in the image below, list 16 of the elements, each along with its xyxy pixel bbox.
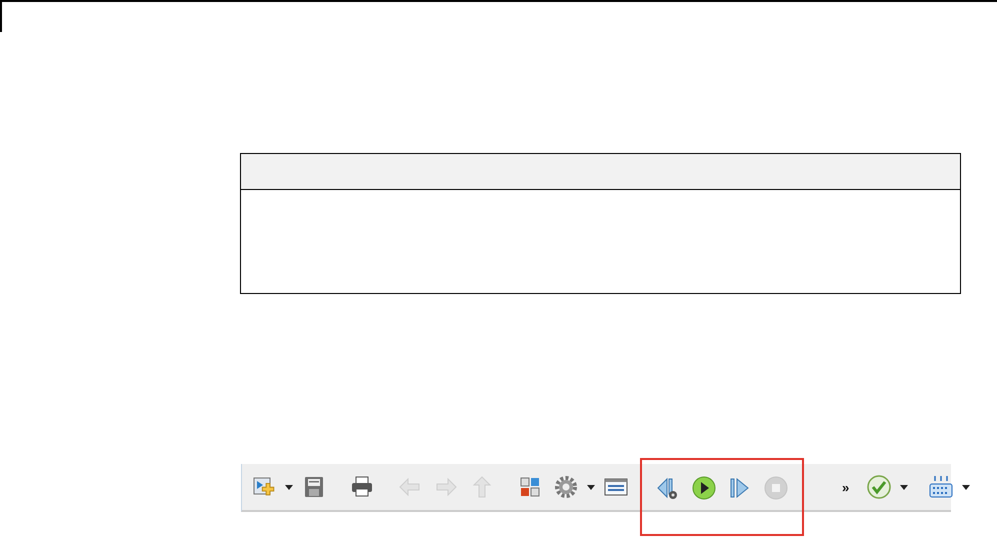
up-arrow-icon <box>470 475 494 499</box>
caret-icon <box>900 484 908 490</box>
caret-icon <box>587 484 595 490</box>
checkmark-icon <box>867 475 892 499</box>
printer-icon <box>350 475 374 499</box>
right-arrow-icon <box>434 475 458 499</box>
caret-icon <box>285 484 293 490</box>
left-arrow-icon <box>398 475 422 499</box>
keyboard-icon <box>929 475 954 499</box>
caret-icon <box>962 484 970 490</box>
more-tools-button[interactable]: » <box>838 477 854 497</box>
stop-icon <box>764 476 788 500</box>
play-icon <box>692 476 716 500</box>
step-back-icon <box>656 476 680 500</box>
settings-icon <box>554 475 578 499</box>
library-grid-icon <box>518 475 542 499</box>
